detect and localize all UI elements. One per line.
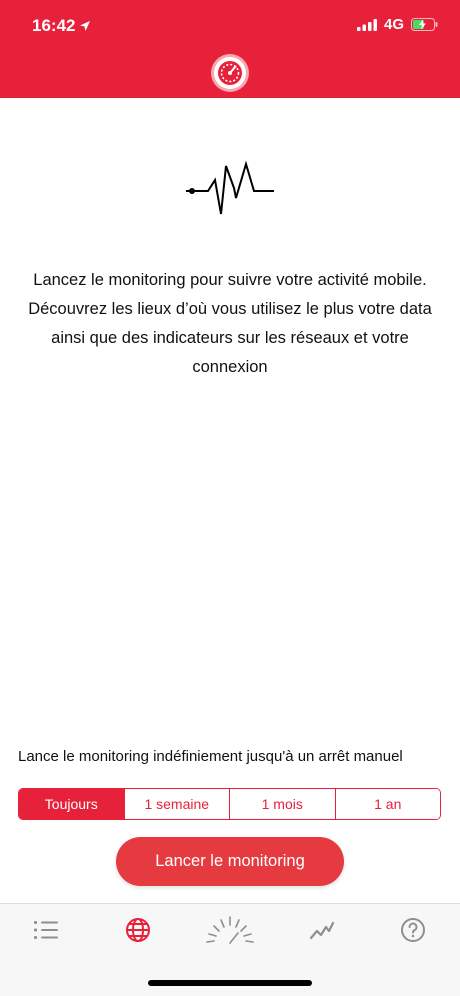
screen: 16:42 4G Lancez le monitoring pour suivr… [0,0,460,996]
network-type: 4G [383,16,404,33]
battery-charging-icon [411,18,438,31]
duration-segmented-control: Toujours 1 semaine 1 mois 1 an [18,788,441,820]
duration-description: Lance le monitoring indéfiniement jusqu'… [18,748,403,765]
start-monitoring-button[interactable]: Lancer le monitoring [116,837,344,886]
header: 16:42 4G [0,0,460,98]
location-arrow-icon [80,21,91,31]
signal-bars-icon [356,18,377,31]
duration-option-toujours[interactable]: Toujours [19,789,124,819]
duration-option-1-semaine[interactable]: 1 semaine [123,789,229,819]
list-icon [34,921,58,939]
speed-gauge-icon [206,916,254,944]
tab-help[interactable] [393,914,433,946]
intro-text: Lancez le monitoring pour suivre votre a… [28,271,432,376]
tab-statistics[interactable] [302,914,342,946]
help-icon [401,918,425,942]
status-time-text: 16:42 [32,16,76,35]
tab-list[interactable] [26,914,66,946]
tab-speedtest[interactable] [204,914,256,946]
home-indicator [148,980,312,986]
speedometer-icon [211,54,249,92]
heartbeat-pulse-icon [186,160,274,215]
tab-globe[interactable] [118,914,158,946]
line-chart-icon [309,921,335,940]
status-indicators: 4G [356,16,438,33]
status-time: 16:42 [32,16,91,36]
duration-option-1-an[interactable]: 1 an [334,789,440,819]
duration-option-1-mois[interactable]: 1 mois [229,789,335,819]
globe-icon [126,918,150,942]
